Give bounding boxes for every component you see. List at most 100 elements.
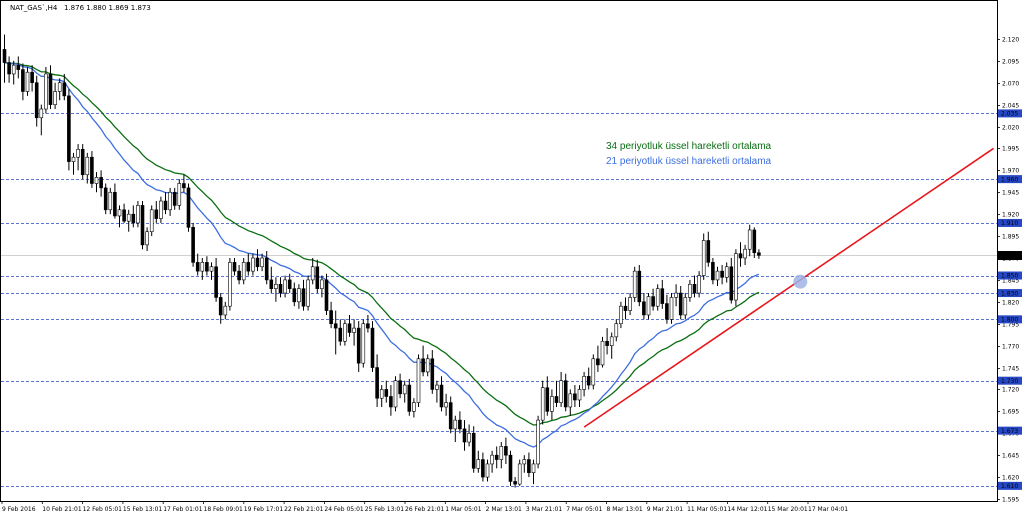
- candle-body: [126, 213, 131, 222]
- price-chart[interactable]: 2.120 2.095 2.070 2.045 2.020 1.995 1.970 1.945…: [0, 0, 1024, 518]
- candle-body: [379, 389, 384, 399]
- candle-body: [177, 183, 182, 206]
- candle-body: [274, 283, 278, 289]
- candle-body: [701, 240, 706, 276]
- candle-body: [720, 270, 724, 278]
- y-tick-label: 1.820: [1002, 300, 1019, 307]
- candle-body: [205, 262, 209, 272]
- y-tick-label: 1.920: [1002, 212, 1019, 219]
- candle-body: [655, 288, 660, 307]
- highlight-circle: [793, 274, 808, 289]
- y-tick-label: 2.095: [1002, 59, 1019, 66]
- candle-body: [99, 177, 103, 189]
- candle-body: [467, 432, 471, 443]
- level-tag-label: 1.800: [1001, 317, 1018, 324]
- candle-body: [53, 91, 57, 105]
- candle-body: [320, 279, 324, 289]
- level-tag-label: 1.850: [1001, 273, 1018, 280]
- candle-body: [122, 209, 126, 222]
- candle-body: [80, 149, 85, 176]
- time-axis: 9 Feb 2016 10 Feb 21:01 12 Feb 05:01 15 Feb…: [1, 501, 848, 513]
- candle-body: [338, 327, 343, 342]
- candle-body: [563, 380, 568, 408]
- candle: [44, 66, 48, 114]
- candle-body: [573, 393, 577, 401]
- chart-ohlc: 1.876 1.880 1.869 1.873: [64, 4, 151, 12]
- candle-body: [71, 156, 76, 162]
- candle-body: [283, 279, 287, 294]
- x-tick-label: 19 Feb 17:01: [244, 506, 284, 513]
- level-tag-label: 1.730: [1001, 378, 1018, 385]
- candle-body: [481, 459, 485, 478]
- candle-body: [669, 297, 674, 320]
- candle: [191, 222, 195, 267]
- candle-body: [609, 336, 614, 346]
- candle-body: [44, 73, 48, 110]
- y-tick-label: 2.120: [1002, 37, 1019, 44]
- candle-body: [586, 376, 591, 386]
- candle-body: [287, 279, 292, 289]
- candle-body: [195, 262, 200, 272]
- candle-body: [471, 432, 476, 469]
- candle-body: [34, 82, 39, 119]
- x-tick-label: 17 Feb 01:01: [163, 506, 203, 513]
- candle: [149, 205, 154, 237]
- candle-body: [485, 463, 490, 478]
- candle-body: [149, 209, 154, 233]
- candle-body: [246, 262, 251, 272]
- y-tick-label: 1.995: [1002, 146, 1019, 153]
- candle-body: [734, 253, 738, 301]
- candle-body: [228, 262, 232, 307]
- candle-body: [21, 69, 25, 92]
- x-tick-label: 25 Feb 13:01: [365, 506, 405, 513]
- candle-body: [545, 387, 550, 412]
- candle-body: [711, 262, 715, 281]
- x-tick-label: 9 Mar 21:01: [647, 506, 683, 513]
- candle: [393, 376, 398, 412]
- candle: [80, 144, 85, 180]
- candle-body: [218, 297, 223, 316]
- x-tick-label: 18 Feb 09:01: [204, 506, 244, 513]
- candle-body: [2, 49, 7, 63]
- candle-body: [637, 270, 642, 303]
- candle-body: [67, 95, 71, 162]
- candle-body: [163, 200, 168, 211]
- x-tick-label: 26 Feb 21:01: [405, 506, 445, 513]
- candle-body: [435, 384, 439, 390]
- candle-body: [407, 384, 412, 412]
- candle-body: [117, 209, 122, 217]
- candle-body: [315, 266, 320, 289]
- candle-body: [504, 446, 508, 456]
- candle-body: [292, 288, 297, 303]
- x-tick-label: 10 Feb 21:01: [42, 506, 82, 513]
- candle-body: [453, 419, 458, 430]
- y-tick-label: 1.695: [1002, 409, 1019, 416]
- candle-body: [665, 303, 669, 320]
- y-tick-label: 1.645: [1002, 453, 1019, 460]
- candle-body: [623, 305, 628, 311]
- candle-body: [568, 393, 573, 408]
- candle-body: [306, 279, 310, 307]
- candle-body: [642, 301, 646, 316]
- candle-body: [384, 389, 389, 397]
- candle-body: [448, 402, 453, 430]
- candle-body: [458, 419, 462, 430]
- y-tick-label: 1.770: [1002, 344, 1019, 351]
- level-tag-label: 1.830: [1001, 290, 1018, 297]
- candle-body: [729, 266, 734, 301]
- candle-body: [237, 270, 241, 281]
- candle-body: [209, 266, 214, 272]
- candle: [508, 450, 513, 486]
- level-tag-label: 1.673: [1001, 428, 1018, 435]
- candle-body: [85, 156, 90, 176]
- candle-body: [517, 463, 522, 485]
- candle: [324, 273, 329, 315]
- candle-body: [329, 310, 333, 325]
- candle-body: [490, 454, 494, 465]
- candle-body: [310, 266, 315, 281]
- candle-body: [241, 262, 246, 281]
- candle-body: [577, 389, 582, 401]
- candle-body: [347, 323, 352, 333]
- ema34-annotation: 34 periyotluk üssel hareketli ortalama: [606, 141, 772, 152]
- candle-body: [757, 252, 761, 256]
